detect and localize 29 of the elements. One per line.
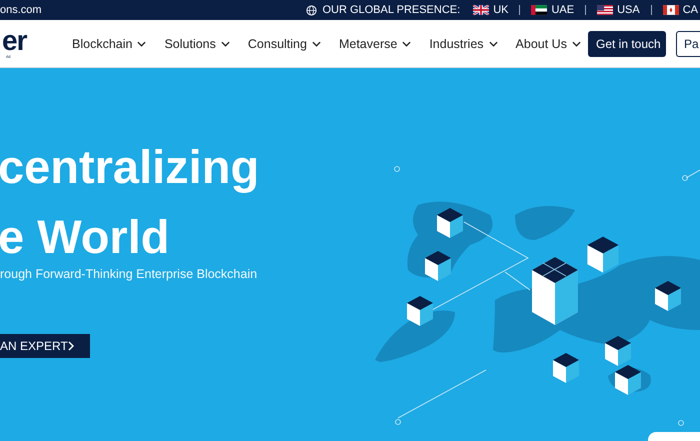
email-link[interactable]: ons.com xyxy=(0,4,42,16)
flag-icon xyxy=(473,5,490,15)
chevron-down-icon xyxy=(488,40,498,46)
get-in-touch-button[interactable]: Get in touch xyxy=(588,30,666,56)
flag-icon xyxy=(597,5,614,15)
talk-to-expert-button[interactable]: AN EXPERT xyxy=(0,334,90,358)
partner-button[interactable]: Pa xyxy=(676,30,700,56)
nav-menu-item[interactable]: Consulting xyxy=(248,36,321,50)
chevron-right-icon xyxy=(68,341,74,351)
presence-label: OUR GLOBAL PRESENCE: xyxy=(322,4,460,16)
region-link[interactable]: USA xyxy=(617,4,640,16)
hero-subtitle: rough Forward-Thinking Enterprise Blockchain xyxy=(0,267,258,281)
logo-text[interactable]: er xyxy=(2,28,62,54)
region-link[interactable]: UAE xyxy=(551,4,574,16)
nav-menu-item[interactable]: Industries xyxy=(429,36,498,50)
nav-menu-item[interactable]: Metaverse xyxy=(338,36,412,50)
nav-menu-item[interactable]: Blockchain xyxy=(72,36,146,50)
chevron-down-icon xyxy=(137,40,146,46)
flag-icon xyxy=(662,5,679,15)
chevron-down-icon xyxy=(402,40,412,46)
region-link[interactable]: CA xyxy=(682,4,698,16)
chevron-down-icon xyxy=(220,40,230,46)
globe-icon xyxy=(306,4,318,16)
chevron-down-icon xyxy=(572,40,581,46)
nav-menu-item[interactable]: About Us xyxy=(516,36,581,50)
nav-menu-item[interactable]: Solutions xyxy=(164,36,230,50)
region-link[interactable]: UK xyxy=(493,4,508,16)
chevron-down-icon xyxy=(312,40,321,46)
flag-icon xyxy=(531,5,548,15)
